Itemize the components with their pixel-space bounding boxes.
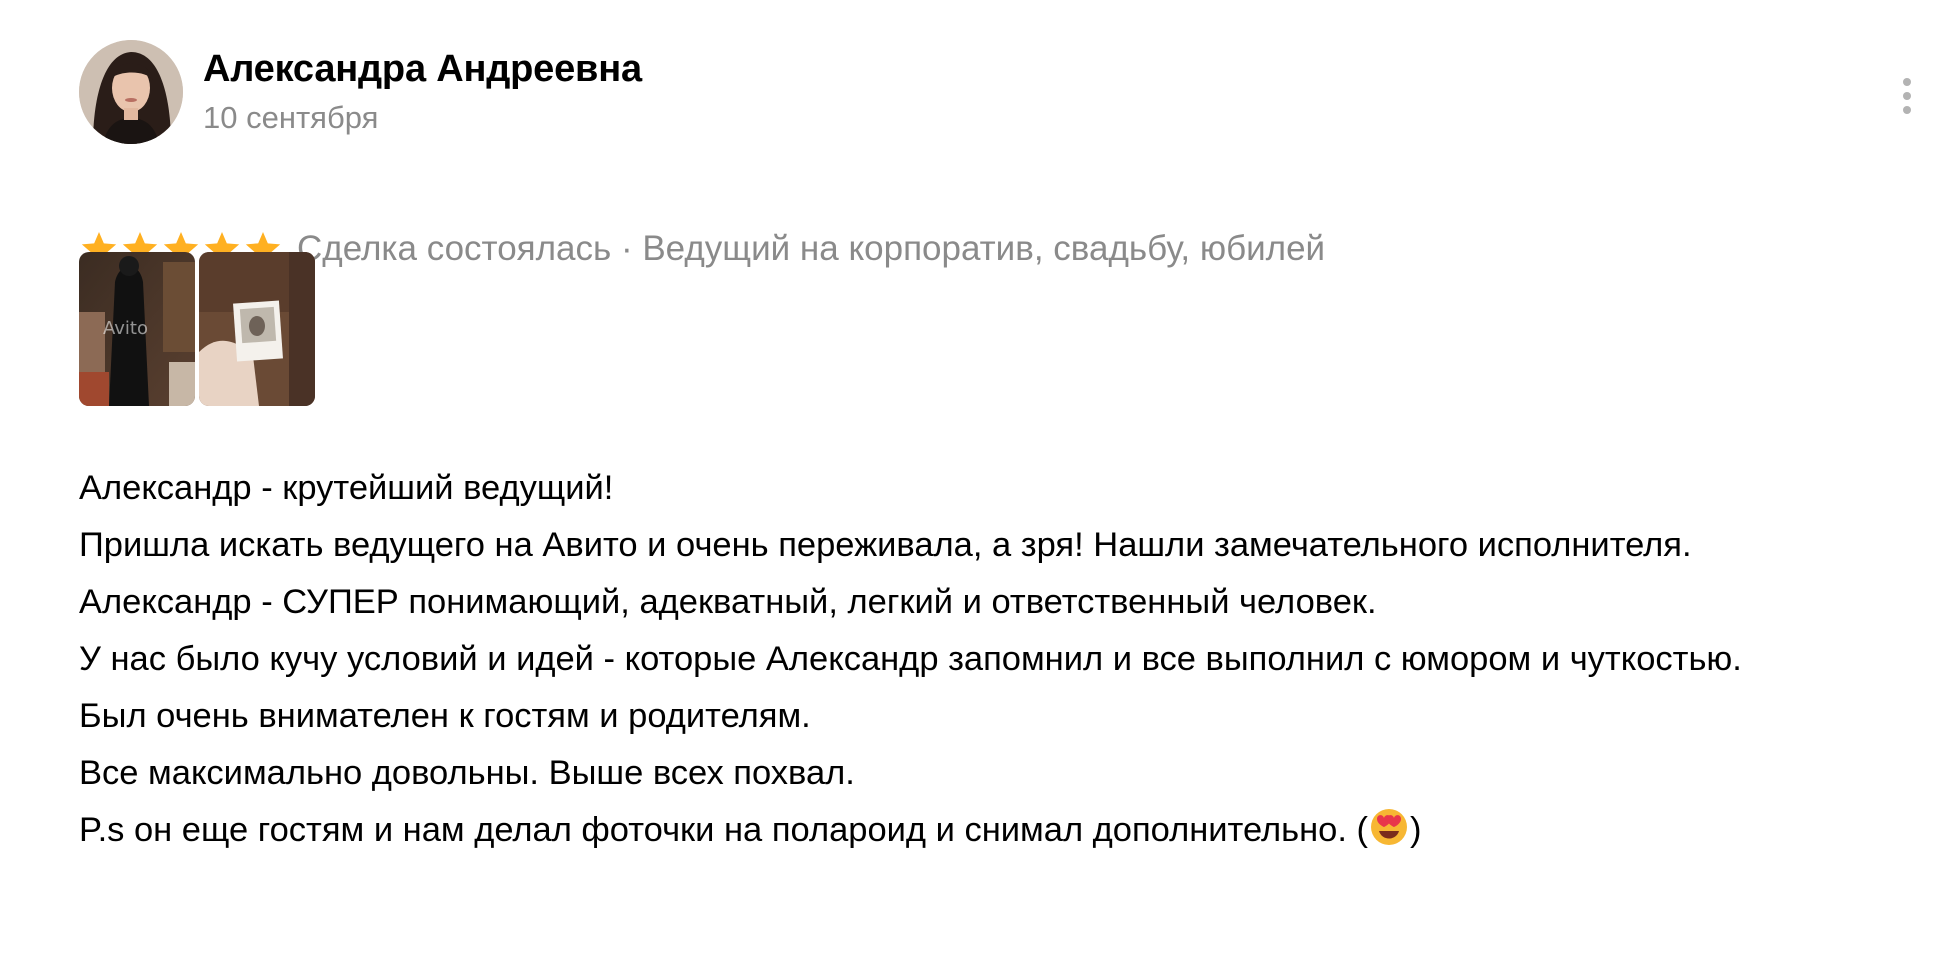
photo-thumbnail-2[interactable] — [199, 252, 315, 406]
review-photos: Avito — [79, 252, 315, 406]
more-options-button[interactable] — [1895, 74, 1919, 118]
review-text: Александр - крутейший ведущий! Пришла ис… — [79, 460, 1879, 859]
deal-meta: Сделка состоялась · Ведущий на корпорати… — [297, 229, 1326, 268]
review-paragraph: Александр - СУПЕР понимающий, адекватный… — [79, 583, 1377, 621]
review-paragraph: Все максимально довольны. Выше всех похв… — [79, 754, 855, 792]
author-name[interactable]: Александра Андреевна — [203, 48, 642, 91]
review-text-fragment: ) — [1410, 811, 1422, 849]
review-paragraph: У нас было кучу условий и идей - которые… — [79, 640, 1742, 678]
review-header: Александра Андреевна 10 сентября — [79, 40, 1929, 145]
more-vertical-icon — [1903, 78, 1911, 114]
review-paragraph: Был очень внимателен к гостям и родителя… — [79, 697, 811, 735]
review-card: Александра Андреевна 10 сентября Сделка … — [79, 40, 1929, 849]
heart-eyes-emoji-icon — [1371, 809, 1408, 845]
photo-thumbnail-1[interactable]: Avito — [79, 252, 195, 406]
photo-watermark: Avito — [103, 318, 148, 339]
review-text-fragment: P.s он еще гостям и нам делал фоточки на… — [79, 811, 1369, 849]
review-paragraph: Пришла искать ведущего на Авито и очень … — [79, 526, 1692, 564]
review-paragraph-last: P.s он еще гостям и нам делал фоточки на… — [79, 802, 1879, 859]
author-avatar[interactable] — [79, 40, 183, 144]
review-paragraph: Александр - крутейший ведущий! — [79, 469, 614, 507]
review-date: 10 сентября — [203, 100, 379, 135]
